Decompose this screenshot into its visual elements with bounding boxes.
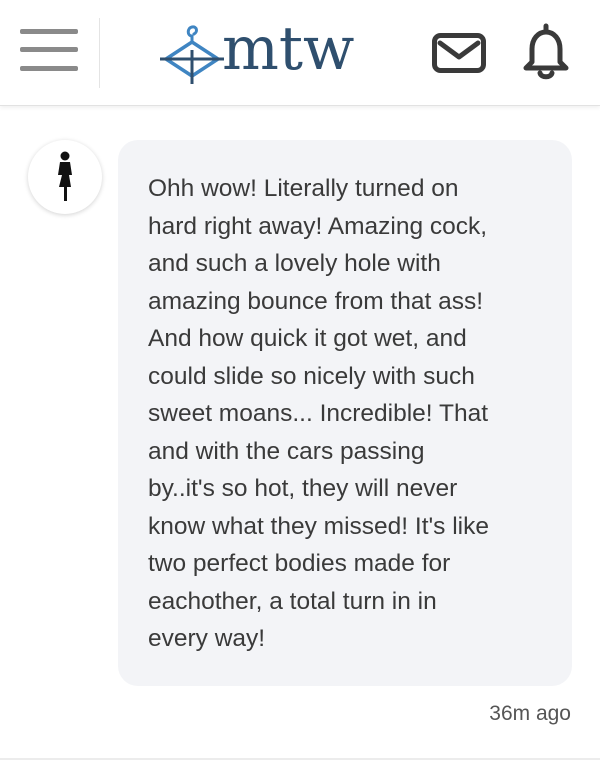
comment-timestamp: 36m ago — [489, 702, 571, 725]
mtw-logo[interactable]: mtw — [160, 14, 390, 88]
envelope-icon — [432, 33, 486, 73]
header-divider — [99, 18, 100, 88]
bottom-divider — [0, 758, 600, 760]
comment-bubble: Ohh wow! Literally turned on hard right … — [118, 140, 572, 686]
top-header: mtw — [0, 0, 600, 106]
comment-text: Ohh wow! Literally turned on hard right … — [148, 175, 490, 652]
female-silhouette-icon — [58, 151, 72, 201]
menu-bar-line — [20, 47, 78, 52]
hanger-icon — [160, 25, 224, 84]
menu-bar-line — [20, 29, 78, 34]
bell-icon — [523, 23, 569, 80]
hamburger-menu-button[interactable] — [20, 26, 80, 76]
notifications-button[interactable] — [520, 22, 572, 80]
commenter-avatar[interactable] — [28, 140, 102, 214]
menu-bar-line — [20, 66, 78, 71]
messages-button[interactable] — [432, 33, 486, 73]
logo-wordmark: mtw — [222, 14, 355, 84]
